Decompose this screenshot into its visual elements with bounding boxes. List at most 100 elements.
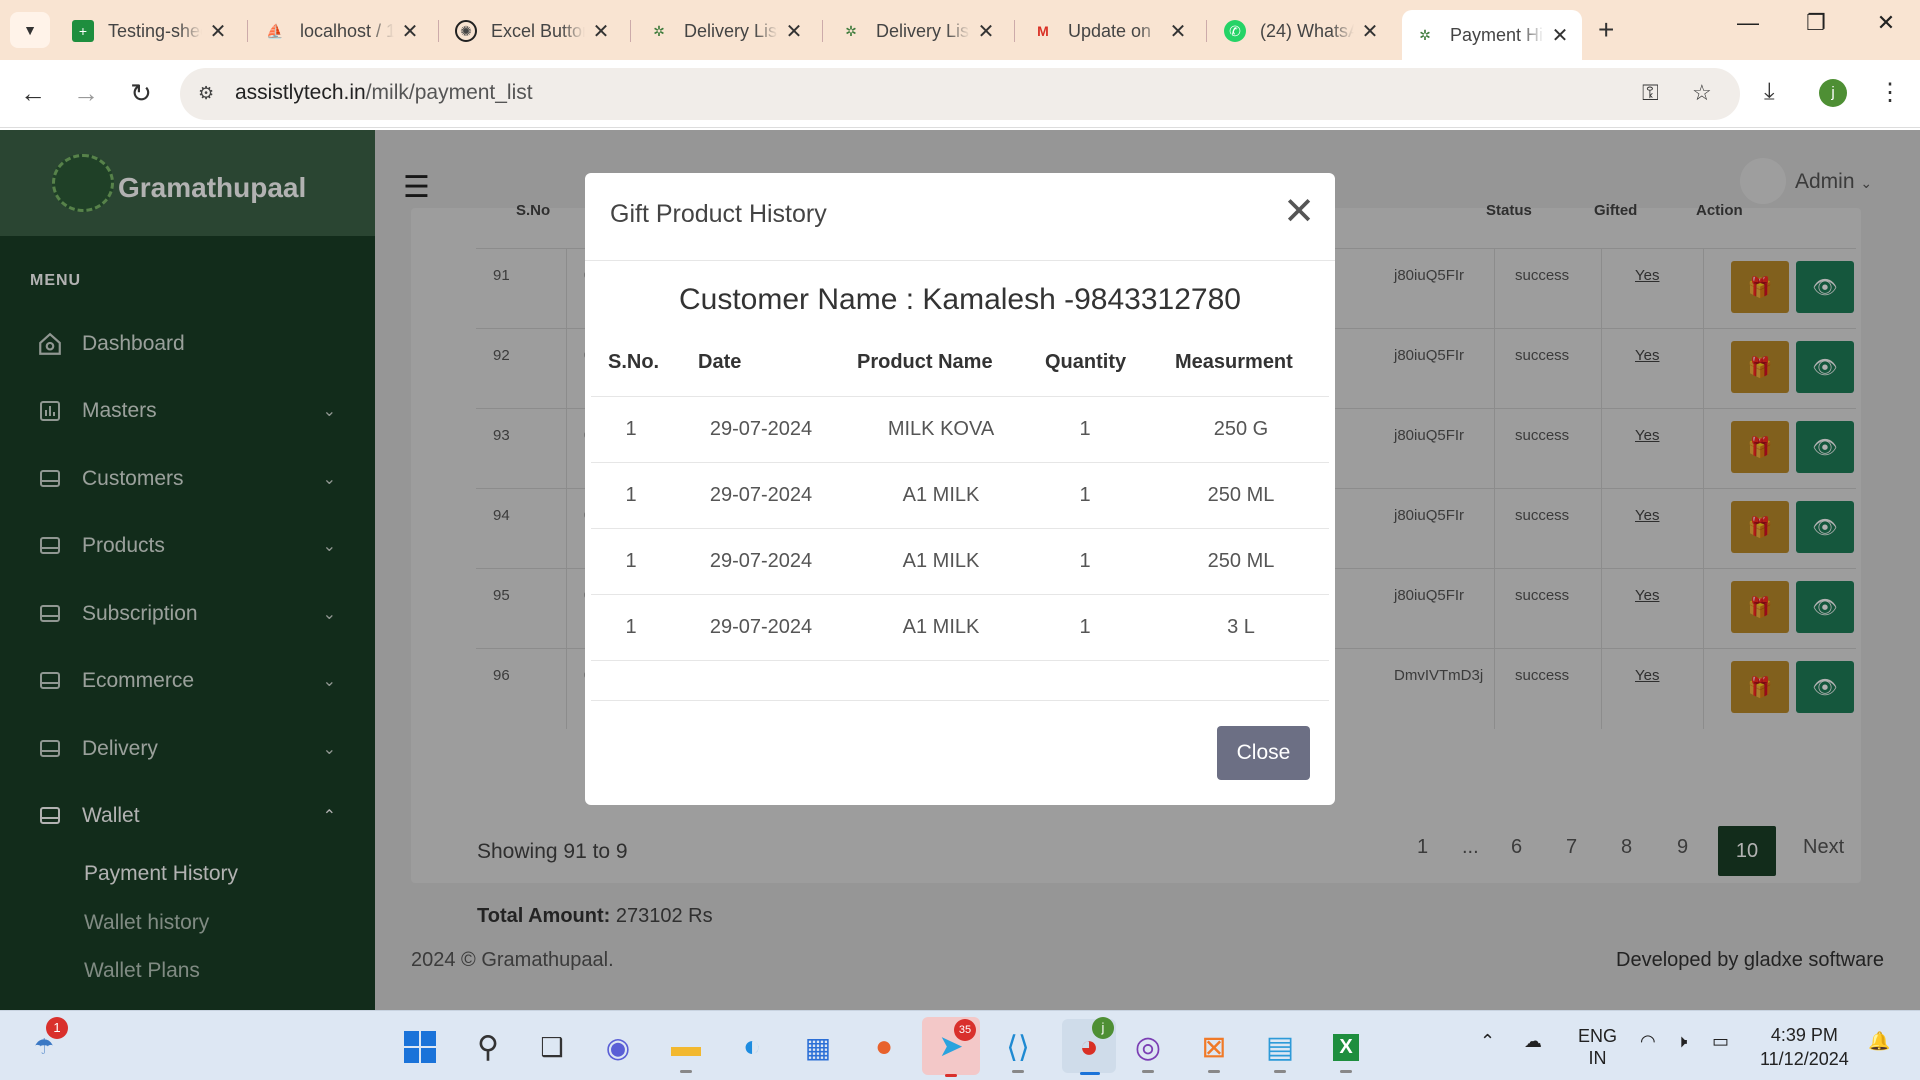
- modal-title: Gift Product History: [610, 200, 827, 228]
- edge-browser-icon[interactable]: ◐: [732, 1027, 772, 1067]
- close-tab-icon[interactable]: ✕: [784, 19, 804, 44]
- window-close-icon[interactable]: ✕: [1866, 10, 1906, 36]
- close-tab-icon[interactable]: ✕: [1360, 19, 1380, 44]
- close-tab-icon[interactable]: ✕: [208, 19, 228, 44]
- vscode-icon[interactable]: ⟨⟩: [998, 1027, 1038, 1073]
- col-header-date: Date: [698, 351, 742, 373]
- gift-history-row: 1 29-07-2024 A1 MILK 1 250 ML: [591, 462, 1329, 528]
- gift-product-history-modal: Gift Product History ✕ Customer Name : K…: [585, 173, 1335, 805]
- tab-search-button[interactable]: ▼: [10, 12, 50, 48]
- excel-icon[interactable]: X: [1326, 1027, 1366, 1073]
- forward-icon[interactable]: →: [68, 78, 104, 109]
- reload-icon[interactable]: ↻: [123, 78, 159, 109]
- new-tab-button[interactable]: +: [1598, 14, 1614, 46]
- onedrive-icon[interactable]: ☁: [1524, 1031, 1542, 1052]
- meet-app-icon[interactable]: ◉: [598, 1027, 638, 1067]
- tab-title: Testing-sheet: [108, 20, 202, 41]
- address-bar[interactable]: ⚙ assistlytech.in/milk/payment_list ⚿ ☆: [180, 68, 1740, 120]
- notification-badge: 35: [954, 1019, 976, 1041]
- clock[interactable]: 4:39 PM 11/12/2024: [1760, 1023, 1849, 1071]
- browser-toolbar: ← → ↻ ⚙ assistlytech.in/milk/payment_lis…: [0, 60, 1920, 128]
- xampp-icon[interactable]: ⊠: [1194, 1027, 1234, 1073]
- cell-measurement: 250 ML: [1207, 484, 1275, 506]
- chrome-icon[interactable]: ◕ j: [1062, 1017, 1116, 1075]
- site-info-icon[interactable]: ⚙: [198, 83, 214, 104]
- cell-quantity: 1: [1079, 550, 1091, 572]
- cell-measurement: 250 ML: [1207, 550, 1275, 572]
- browser-tab-active[interactable]: ✲ Payment History ✕: [1402, 10, 1582, 60]
- col-header-sno: S.No.: [608, 351, 660, 373]
- weather-widget-icon[interactable]: ☂ 1: [24, 1017, 68, 1067]
- gmail-icon: M: [1037, 23, 1049, 39]
- close-tab-icon[interactable]: ✕: [400, 19, 420, 44]
- customer-name-heading: Customer Name : Kamalesh -9843312780: [679, 283, 1241, 316]
- sheets-icon: +: [72, 20, 94, 42]
- close-tab-icon[interactable]: ✕: [591, 19, 611, 44]
- profile-avatar[interactable]: j: [1819, 79, 1847, 107]
- restore-icon[interactable]: ❐: [1796, 10, 1836, 36]
- volume-muted-icon[interactable]: 🕨: [1676, 1031, 1687, 1052]
- windows-start-icon[interactable]: [400, 1027, 440, 1067]
- cell-quantity: 1: [1079, 418, 1091, 440]
- wifi-icon[interactable]: ◠: [1640, 1031, 1656, 1052]
- chatgpt-icon: ✺: [455, 20, 477, 42]
- gift-history-row: 1 29-07-2024 A1 MILK 1 3 L: [591, 594, 1329, 660]
- store-icon[interactable]: ▦: [798, 1027, 838, 1067]
- browser-tab[interactable]: ✲ Delivery List ✕: [636, 12, 816, 50]
- battery-icon[interactable]: ▭: [1712, 1031, 1729, 1052]
- browser-tab[interactable]: + Testing-sheet ✕: [60, 12, 240, 50]
- url-text[interactable]: assistlytech.in/milk/payment_list: [235, 81, 533, 105]
- col-header-measurement: Measurment: [1175, 351, 1293, 373]
- close-tab-icon[interactable]: ✕: [1168, 19, 1188, 44]
- cell-sno: 1: [625, 616, 637, 638]
- search-icon[interactable]: ⚲: [468, 1027, 508, 1067]
- minimize-icon[interactable]: —: [1728, 10, 1768, 36]
- bookmark-star-icon[interactable]: ☆: [1692, 80, 1712, 106]
- browser-tab[interactable]: ✲ Delivery List ✕: [828, 12, 1008, 50]
- tab-title: Payment History: [1450, 24, 1544, 45]
- password-key-icon[interactable]: ⚿: [1642, 80, 1659, 106]
- col-header-quantity: Quantity: [1045, 351, 1127, 373]
- close-button[interactable]: Close: [1217, 726, 1310, 780]
- cell-sno: 1: [625, 550, 637, 572]
- telegram-icon[interactable]: ➤ 35: [922, 1017, 980, 1077]
- tab-title: localhost / 127: [300, 20, 394, 41]
- cell-date: 29-07-2024: [709, 484, 813, 506]
- cell-product: A1 MILK: [902, 616, 980, 638]
- notification-badge: 1: [46, 1017, 68, 1039]
- browser-tab-strip: ▼ + Testing-sheet ✕ ⛵ localhost / 127 ✕ …: [0, 0, 1920, 60]
- github-desktop-icon[interactable]: ◎: [1128, 1027, 1168, 1073]
- browser-tab[interactable]: ✺ Excel Button ✕: [443, 12, 623, 50]
- firefox-icon[interactable]: ●: [864, 1027, 904, 1067]
- close-tab-icon[interactable]: ✕: [976, 19, 996, 44]
- file-explorer-icon[interactable]: ▬: [666, 1027, 706, 1073]
- cell-measurement: 3 L: [1227, 616, 1255, 638]
- language-indicator[interactable]: ENG IN: [1578, 1025, 1617, 1069]
- leaf-icon: ✲: [845, 22, 857, 39]
- download-icon[interactable]: ⤓: [1764, 78, 1775, 106]
- browser-tab[interactable]: M Update on ✕: [1020, 12, 1200, 50]
- cell-sno: 1: [625, 484, 637, 506]
- profile-badge: j: [1092, 1017, 1114, 1039]
- notification-bell-icon[interactable]: 🔔: [1868, 1031, 1890, 1052]
- task-view-icon[interactable]: ❑: [532, 1027, 572, 1067]
- notepad-icon[interactable]: ▤: [1260, 1027, 1300, 1073]
- whatsapp-icon: ✆: [1224, 20, 1246, 42]
- cell-product: A1 MILK: [902, 484, 980, 506]
- cell-date: 29-07-2024: [709, 616, 813, 638]
- close-icon[interactable]: ✕: [1283, 193, 1315, 231]
- cell-quantity: 1: [1079, 484, 1091, 506]
- show-hidden-icons-icon[interactable]: ⌃: [1480, 1031, 1495, 1052]
- close-tab-icon[interactable]: ✕: [1550, 23, 1570, 48]
- back-icon[interactable]: ←: [15, 78, 51, 109]
- tab-title: Excel Button: [491, 20, 585, 41]
- cell-product: MILK KOVA: [887, 418, 995, 440]
- cell-product: A1 MILK: [902, 550, 980, 572]
- tab-title: Delivery List: [876, 20, 970, 41]
- modal-header: Gift Product History ✕: [585, 173, 1335, 261]
- browser-tab[interactable]: ✆ (24) WhatsApp ✕: [1212, 12, 1392, 50]
- more-menu-icon[interactable]: ⋮: [1878, 78, 1902, 107]
- leaf-icon: ✲: [653, 22, 665, 39]
- cell-sno: 1: [625, 418, 637, 440]
- browser-tab[interactable]: ⛵ localhost / 127 ✕: [252, 12, 432, 50]
